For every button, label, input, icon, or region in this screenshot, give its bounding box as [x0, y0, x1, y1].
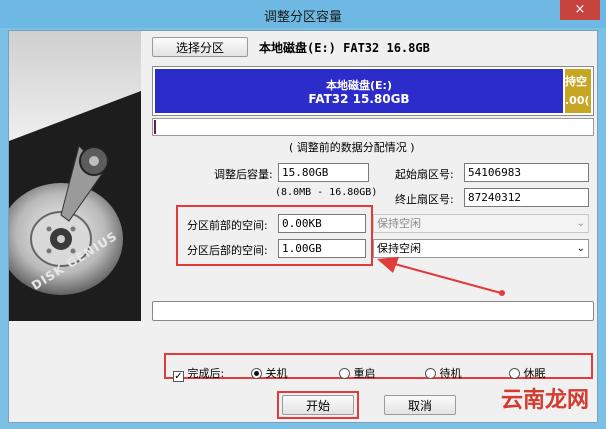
chevron-down-icon: ⌄: [576, 243, 585, 254]
title-bar[interactable]: 调整分区容量 ×: [0, 0, 606, 28]
start-sector-label: 起始扇区号:: [395, 168, 454, 181]
radio-shutdown[interactable]: 关机: [251, 365, 288, 381]
space-before-select: 保持空闲 ⌄: [373, 214, 589, 233]
window-title: 调整分区容量: [263, 10, 342, 25]
radio-shutdown-label: 关机: [265, 367, 288, 380]
hard-disk-illustration: DISK GENIUS: [9, 31, 141, 321]
checkbox-checked-icon: ✓: [173, 371, 184, 382]
space-before-input[interactable]: 0.00KB: [278, 214, 366, 233]
size-after-label: 调整后容量:: [214, 168, 273, 181]
partition-start-marker: [154, 120, 156, 134]
section-title: ( 调整前的数据分配情况 ): [289, 141, 415, 154]
hard-disk-icon: [9, 31, 141, 321]
dialog-window: 调整分区容量 × DISK GENIUS 选择分区 本地磁盘(E:) FAT32…: [0, 0, 606, 429]
radio-unselected-icon: [339, 368, 350, 379]
size-after-input[interactable]: 15.80GB: [278, 163, 369, 182]
partition-name: 本地磁盘(E:): [326, 79, 392, 92]
partition-segment-main[interactable]: 本地磁盘(E:) FAT32 15.80GB: [155, 69, 563, 113]
disk-info-label: 本地磁盘(E:) FAT32 16.8GB: [259, 41, 430, 55]
cancel-button[interactable]: 取消: [384, 395, 456, 415]
select-partition-button[interactable]: 选择分区: [152, 37, 248, 57]
watermark-logo: 云南龙网: [500, 388, 589, 413]
after-complete-label: 完成后:: [187, 367, 225, 380]
radio-standby[interactable]: 待机: [425, 365, 462, 381]
radio-standby-label: 待机: [439, 367, 462, 380]
dialog-client: DISK GENIUS 选择分区 本地磁盘(E:) FAT32 16.8GB 本…: [8, 30, 598, 423]
space-after-input[interactable]: 1.00GB: [278, 239, 366, 258]
free-segment-label: 持空: [565, 75, 587, 88]
radio-restart[interactable]: 重启: [339, 365, 376, 381]
close-button[interactable]: ×: [560, 0, 600, 20]
radio-hibernate[interactable]: 休眠: [509, 365, 546, 381]
chevron-down-icon: ⌄: [576, 218, 585, 229]
partition-segment-free[interactable]: 持空 .00(: [565, 69, 591, 113]
free-segment-size: .00(: [565, 94, 590, 107]
end-sector-label: 终止扇区号:: [395, 193, 454, 206]
radio-restart-label: 重启: [353, 367, 376, 380]
radio-selected-icon: [251, 368, 262, 379]
size-range-label: (8.0MB - 16.80GB): [275, 187, 378, 198]
partition-map: 本地磁盘(E:) FAT32 15.80GB 持空 .00(: [152, 66, 594, 116]
partition-size: FAT32 15.80GB: [308, 92, 410, 106]
start-button[interactable]: 开始: [282, 395, 354, 415]
end-sector-input[interactable]: 87240312: [464, 188, 589, 207]
start-sector-input[interactable]: 54106983: [464, 163, 589, 182]
radio-unselected-icon: [509, 368, 520, 379]
space-before-label: 分区前部的空间:: [187, 219, 268, 232]
partition-detail-bar: [152, 118, 594, 136]
space-before-select-value: 保持空闲: [377, 217, 421, 230]
radio-unselected-icon: [425, 368, 436, 379]
radio-hibernate-label: 休眠: [523, 367, 546, 380]
space-after-label: 分区后部的空间:: [187, 244, 268, 257]
progress-bar: [152, 301, 594, 321]
after-complete-checkbox[interactable]: ✓ 完成后:: [173, 365, 224, 382]
